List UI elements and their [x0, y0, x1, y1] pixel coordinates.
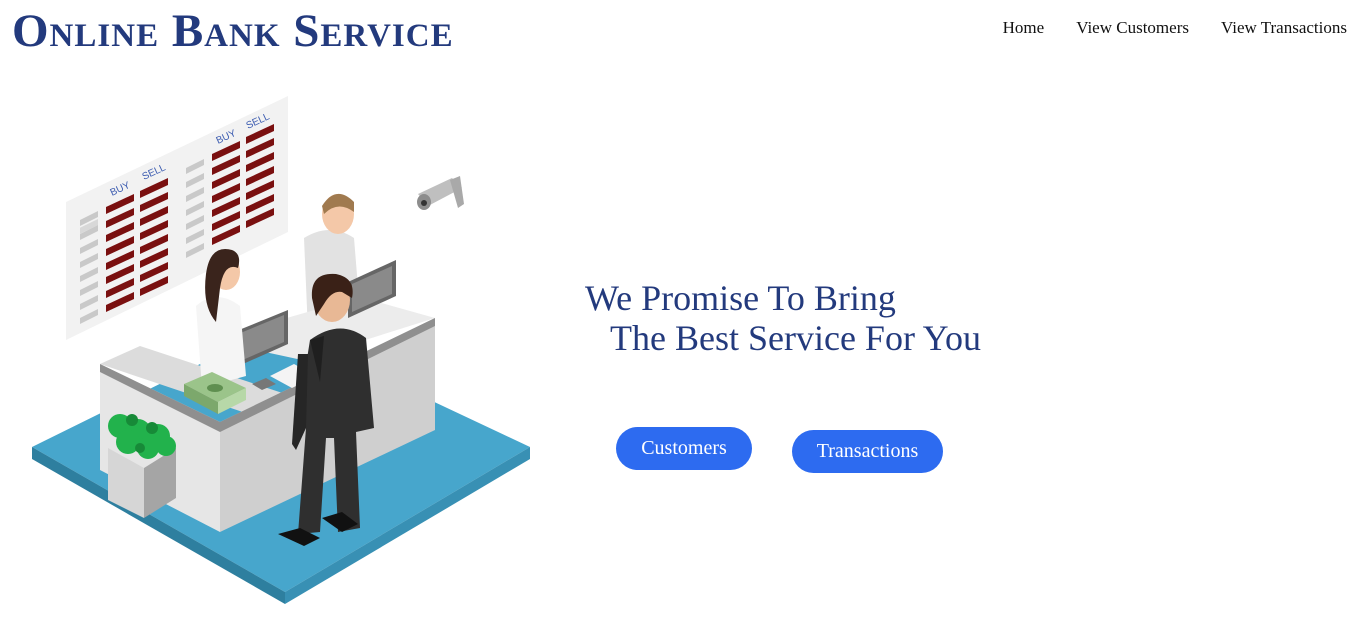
nav-view-transactions-link[interactable]: View Transactions — [1221, 17, 1347, 39]
exchange-rate-board: BUY SELL BUY SELL — [66, 96, 288, 340]
transactions-button[interactable]: Transactions — [792, 430, 943, 473]
hero-headline: We Promise To Bring The Best Service For… — [585, 278, 981, 358]
main-nav: Home View Customers View Transactions — [971, 17, 1347, 39]
headline-line-1: We Promise To Bring — [585, 278, 896, 318]
nav-home-link[interactable]: Home — [1003, 17, 1045, 39]
security-camera-icon — [417, 176, 464, 210]
nav-view-customers-link[interactable]: View Customers — [1076, 17, 1189, 39]
headline-line-2: The Best Service For You — [610, 318, 981, 358]
bank-counter-illustration: BUY SELL BUY SELL — [32, 96, 530, 604]
customers-button[interactable]: Customers — [616, 427, 752, 470]
brand-title: Online Bank Service — [12, 5, 454, 57]
